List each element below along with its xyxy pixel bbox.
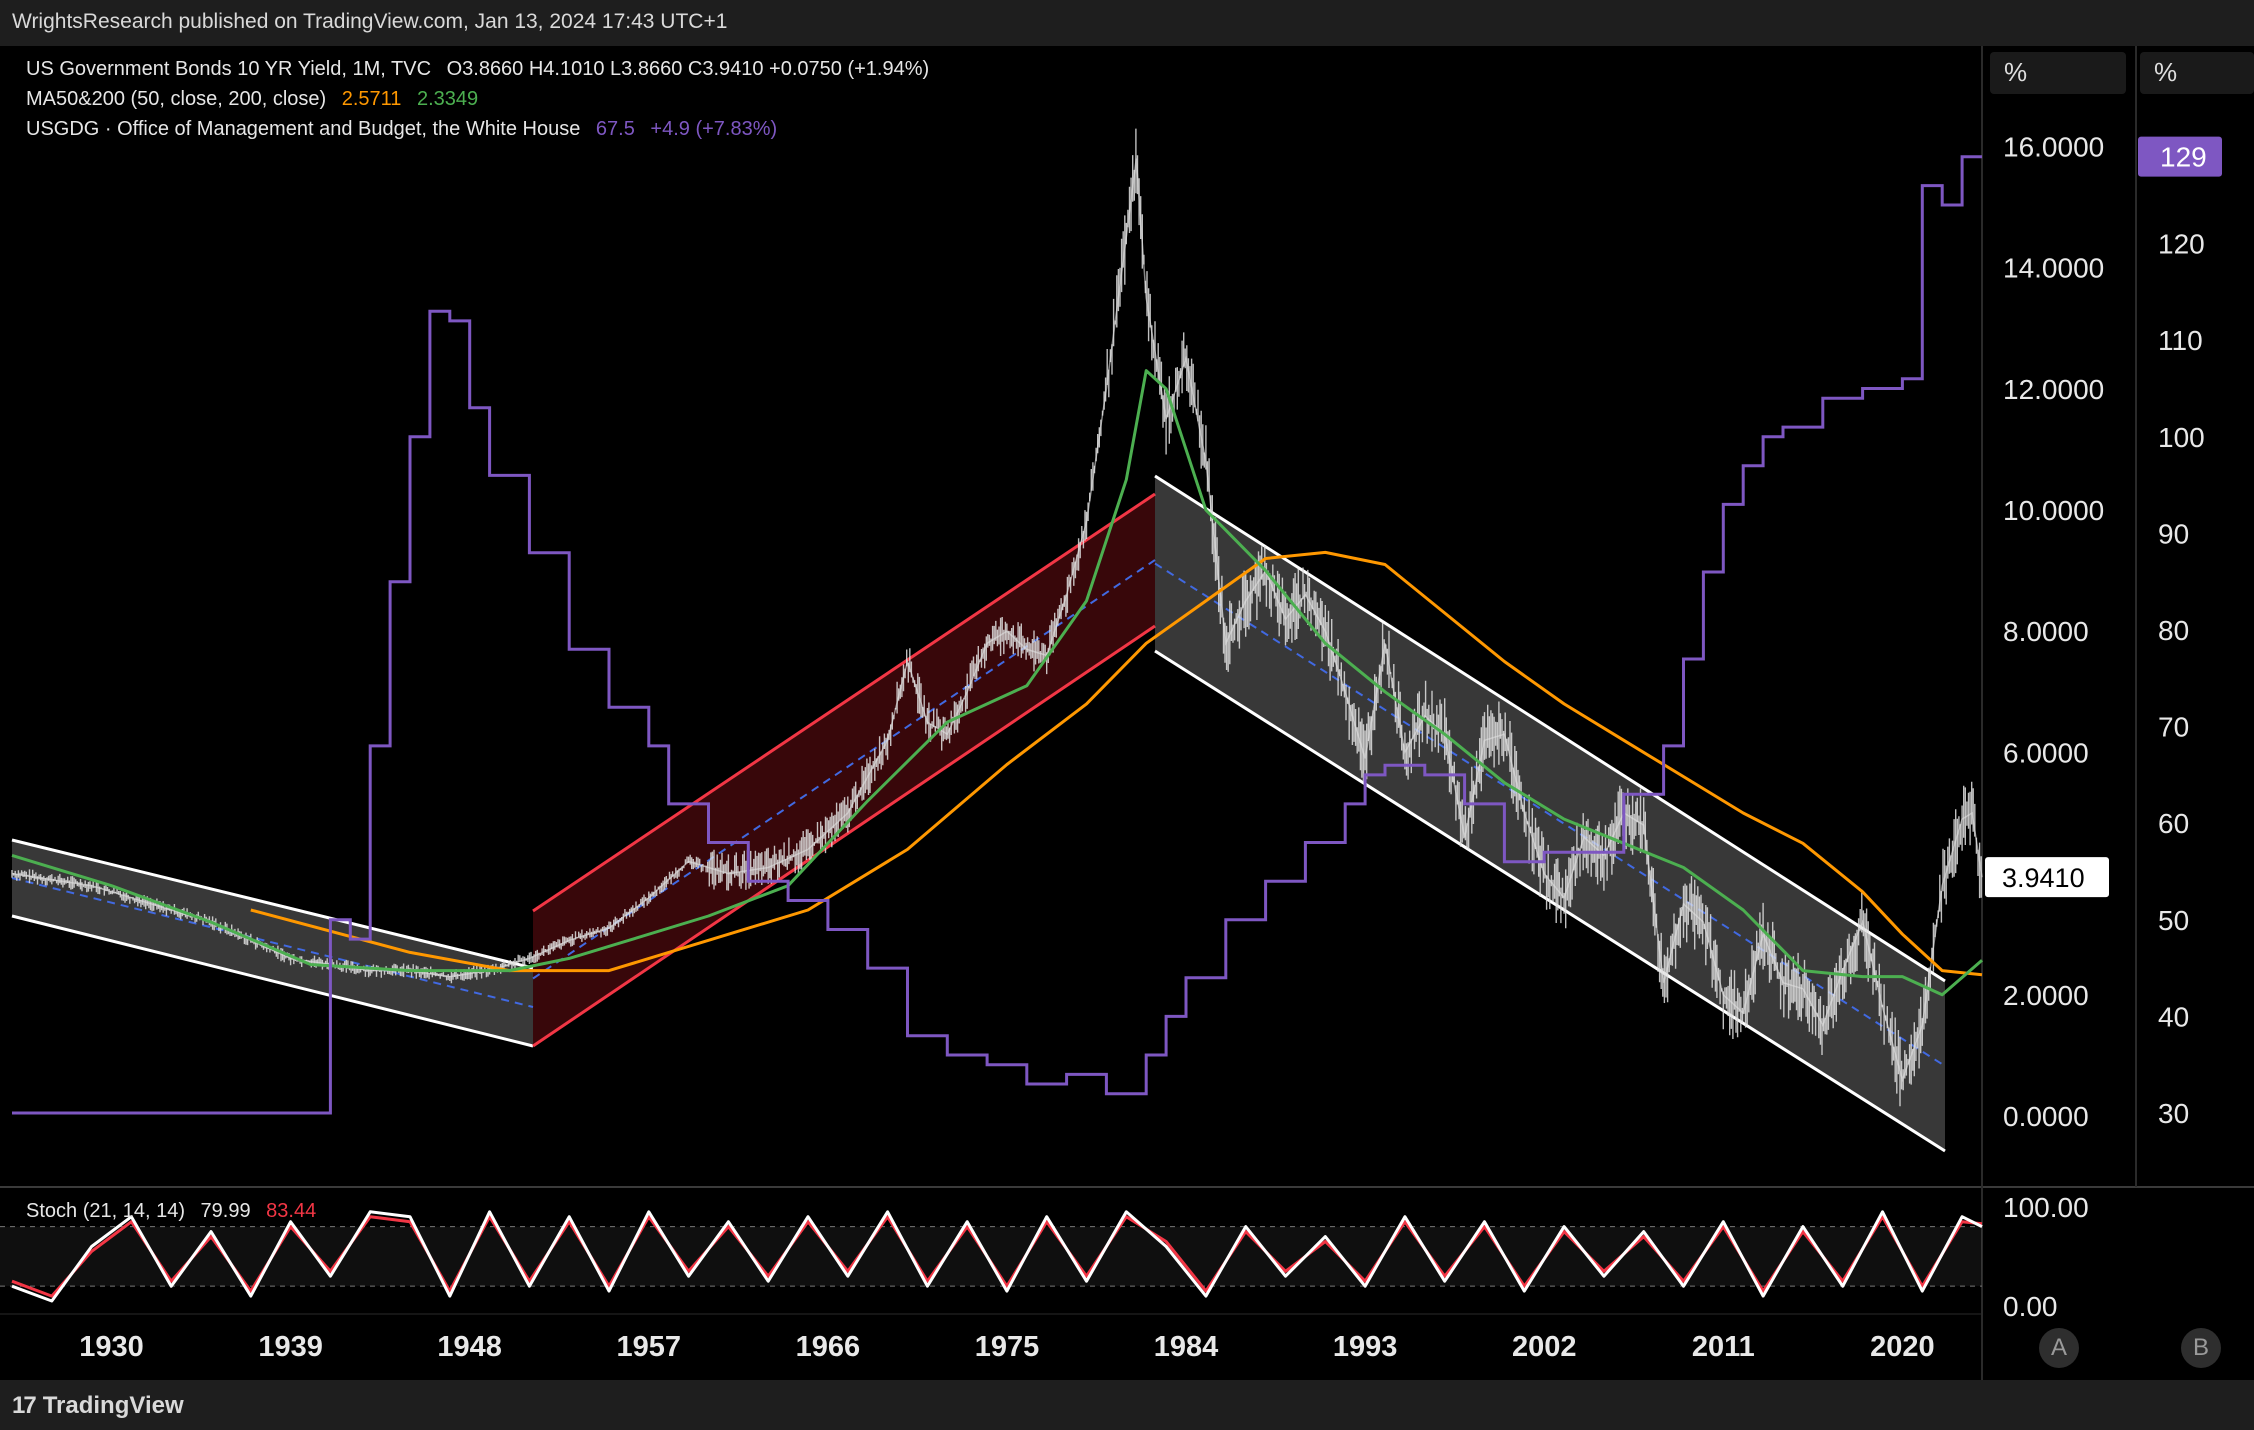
legend-debt-row[interactable]: USGDG · Office of Management and Budget,… (26, 118, 777, 141)
brand-name: TradingView (42, 1392, 184, 1419)
time-tick-label: 2020 (1870, 1331, 1935, 1363)
tradingview-logo[interactable]: 17 TradingView (12, 1392, 184, 1420)
legend-ma-label: MA50&200 (50, close, 200, close) (26, 88, 327, 110)
legend-stoch-row[interactable]: Stoch (21, 14, 14) 79.99 83.44 (26, 1200, 316, 1223)
publisher-text: WrightsResearch published on TradingView… (12, 10, 728, 33)
debt-tick-label: 80 (2158, 615, 2189, 646)
chart-area[interactable]: 16.0000 14.0000 12.0000 10.0000 8.0000 6.0000… (0, 46, 2254, 1380)
debt-tick-label: 100 (2158, 422, 2205, 453)
scale-a-button[interactable]: A (2039, 1328, 2079, 1368)
debt-tick-label: 30 (2158, 1098, 2189, 1129)
scale-b-button[interactable]: B (2181, 1328, 2221, 1368)
price-scale-unit-button[interactable]: % (1990, 52, 2126, 94)
stoch-tick-label: 100.00 (2003, 1192, 2089, 1223)
debt-tick-label: 60 (2158, 808, 2189, 839)
time-tick-label: 1957 (617, 1331, 682, 1363)
price-tick-label: 14.0000 (2003, 253, 2104, 284)
chart-svg[interactable]: 16.0000 14.0000 12.0000 10.0000 8.0000 6.0000… (0, 46, 2254, 1380)
debt-tick-label: 70 (2158, 712, 2189, 743)
legend-debt-value: 67.5 (595, 118, 635, 140)
time-tick-label: 1930 (79, 1331, 144, 1363)
legend-symbol: US Government Bonds 10 YR Yield, 1M, TVC (26, 58, 432, 80)
time-tick-label: 1984 (1154, 1331, 1219, 1363)
tradingview-logo-icon: 17 (12, 1392, 37, 1419)
legend-debt-change: +4.9 (+7.83%) (650, 118, 778, 140)
legend-stoch-label: Stoch (21, 14, 14) (26, 1200, 185, 1222)
legend-ma200-value: 2.3349 (416, 88, 479, 110)
time-tick-label: 1993 (1333, 1331, 1398, 1363)
publisher-bar: WrightsResearch published on TradingView… (0, 0, 2254, 46)
price-tick-label: 0.0000 (2003, 1101, 2089, 1132)
time-tick-label: 2002 (1512, 1331, 1577, 1363)
time-tick-label: 2011 (1692, 1331, 1755, 1363)
debt-tick-label: 110 (2158, 325, 2203, 356)
stoch-tick-label: 0.00 (2003, 1291, 2058, 1322)
price-tick-label: 16.0000 (2003, 131, 2104, 162)
legend-stoch-d: 83.44 (266, 1200, 317, 1222)
footer-bar: 17 TradingView (0, 1380, 2254, 1430)
time-tick-label: 1939 (258, 1331, 323, 1363)
legend-ma50-value: 2.5711 (341, 88, 402, 110)
debt-tick-label: 120 (2158, 229, 2205, 260)
price-tick-label: 10.0000 (2003, 495, 2104, 526)
debt-scale-unit-button[interactable]: % (2140, 52, 2254, 94)
debt-unit-label: % (2154, 57, 2178, 87)
debt-tick-label: 40 (2158, 1001, 2189, 1032)
legend-ma-row[interactable]: MA50&200 (50, close, 200, close) 2.5711 … (26, 88, 478, 111)
price-unit-label: % (2004, 57, 2028, 87)
time-tick-label: 1975 (975, 1331, 1040, 1363)
legend-symbol-row[interactable]: US Government Bonds 10 YR Yield, 1M, TVC… (26, 58, 929, 81)
time-tick-label: 1966 (796, 1331, 861, 1363)
legend-ohlc: O3.8660 H4.1010 L3.8660 C3.9410 +0.0750 … (446, 58, 930, 80)
debt-tick-label: 50 (2158, 905, 2189, 936)
price-tick-label: 2.0000 (2003, 980, 2089, 1011)
time-tick-label: 1948 (437, 1331, 502, 1363)
last-price-label: 3.9410 (2002, 863, 2085, 893)
debt-tick-label: 90 (2158, 518, 2189, 549)
legend-stoch-k: 79.99 (200, 1200, 251, 1222)
price-tick-label: 8.0000 (2003, 616, 2089, 647)
price-tick-label: 6.0000 (2003, 737, 2089, 768)
debt-last-label: 129 (2160, 142, 2207, 173)
price-tick-label: 12.0000 (2003, 374, 2104, 405)
legend-debt-label: USGDG · Office of Management and Budget,… (26, 118, 581, 140)
